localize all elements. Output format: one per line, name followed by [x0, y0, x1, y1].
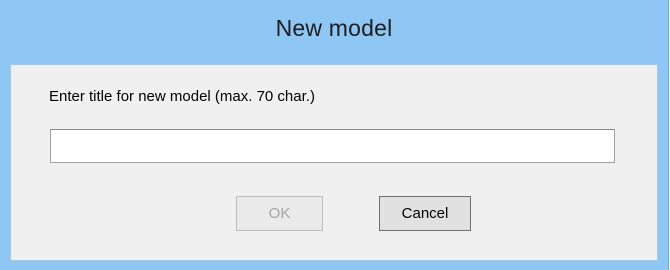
cancel-button-label: Cancel [401, 205, 449, 222]
model-title-input[interactable] [50, 129, 615, 163]
new-model-dialog: New model Enter title for new model (max… [0, 0, 669, 270]
cancel-button[interactable]: Cancel [379, 196, 471, 231]
dialog-body: Enter title for new model (max. 70 char.… [10, 64, 658, 261]
dialog-title-bar[interactable]: New model [0, 0, 668, 64]
title-prompt-label: Enter title for new model (max. 70 char.… [49, 88, 315, 105]
ok-button-label: OK [268, 205, 291, 222]
ok-button[interactable]: OK [236, 196, 323, 231]
dialog-title: New model [275, 14, 393, 41]
